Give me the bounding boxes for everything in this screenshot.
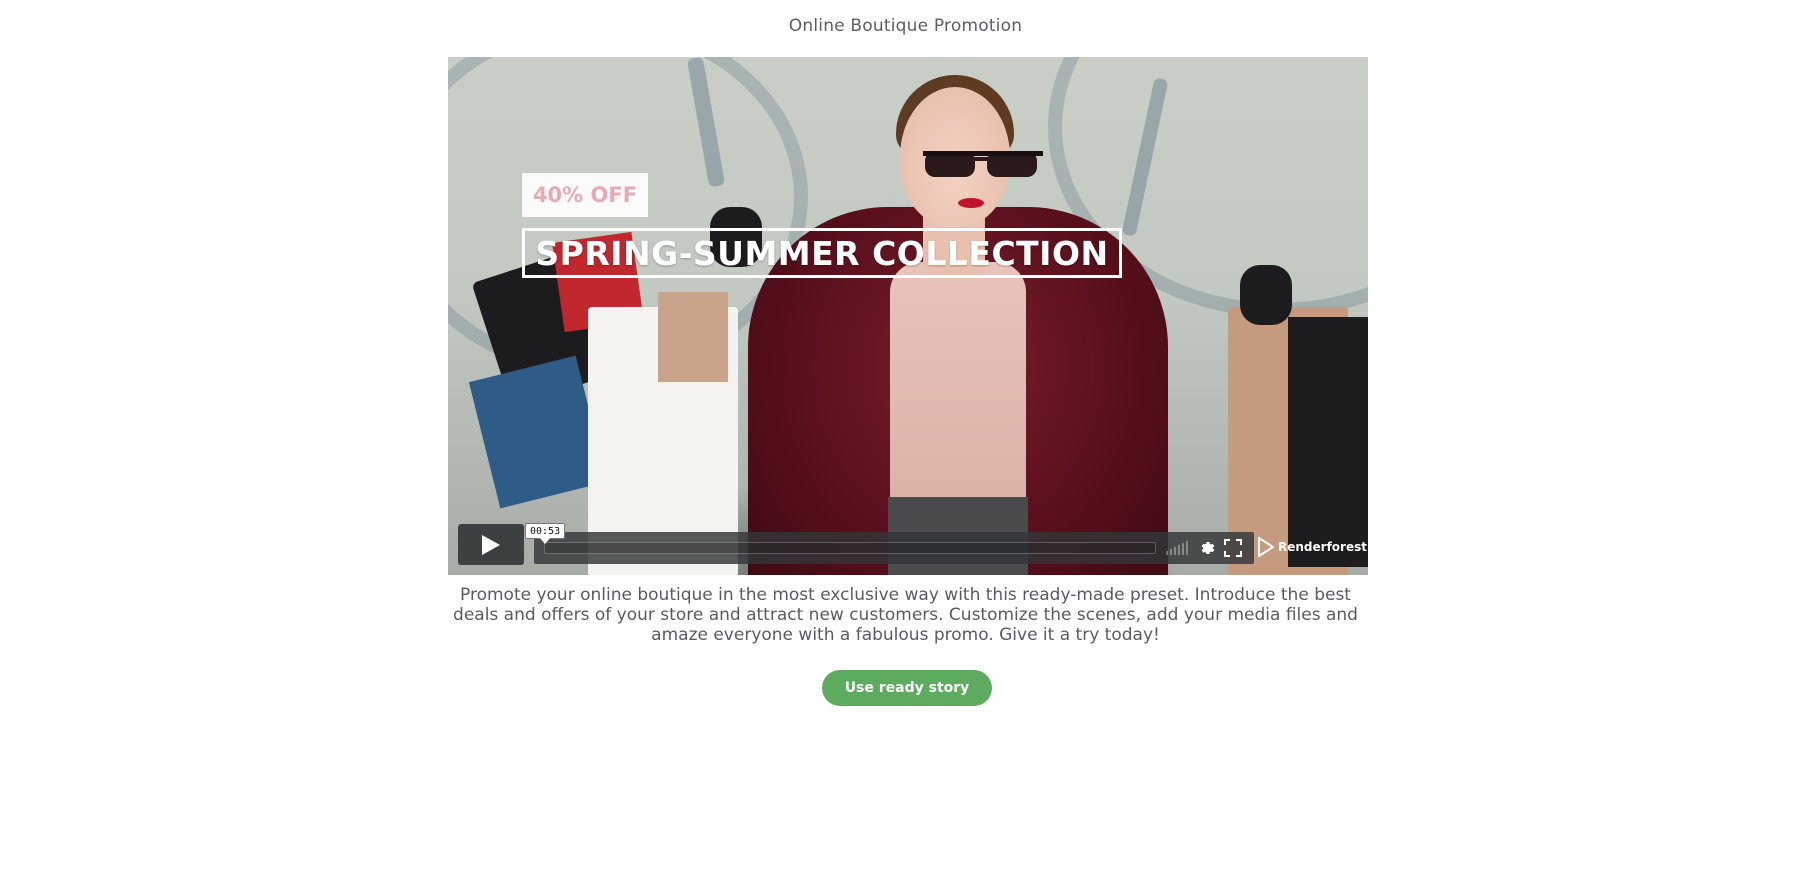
video-headline: SPRING-SUMMER COLLECTION [522, 228, 1122, 278]
video-control-bar [534, 532, 1254, 564]
gear-icon[interactable] [1199, 539, 1217, 557]
renderforest-brand[interactable]: Renderforest [1258, 536, 1367, 558]
brand-label: Renderforest [1278, 540, 1367, 554]
fullscreen-icon[interactable] [1224, 539, 1242, 557]
video-player[interactable]: 40% OFF SPRING-SUMMER COLLECTION 00:53 R… [448, 57, 1368, 575]
play-icon [482, 534, 500, 555]
use-ready-story-button[interactable]: Use ready story [822, 670, 992, 706]
volume-bars-icon[interactable] [1166, 541, 1188, 555]
promo-discount-tag: 40% OFF [522, 173, 648, 217]
renderforest-logo-icon [1258, 537, 1274, 557]
template-description: Promote your online boutique in the most… [453, 585, 1358, 645]
page-title: Online Boutique Promotion [788, 16, 1023, 36]
seek-bar[interactable] [544, 542, 1156, 554]
seek-time-tooltip: 00:53 [525, 523, 566, 544]
play-button[interactable] [458, 524, 524, 565]
